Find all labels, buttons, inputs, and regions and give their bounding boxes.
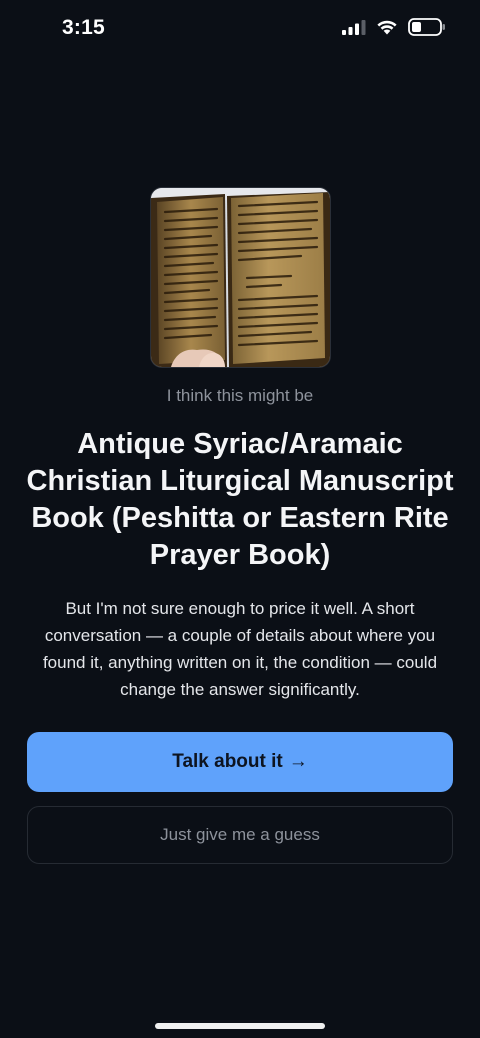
talk-about-it-button[interactable]: Talk about it → (27, 732, 453, 792)
eyebrow-text: I think this might be (166, 386, 314, 405)
status-bar: 3:15 (0, 0, 480, 60)
manuscript-book-image (151, 188, 330, 367)
just-give-me-a-guess-label: Just give me a guess (160, 825, 320, 844)
item-photo (150, 187, 331, 368)
arrow-right-icon: → (288, 751, 308, 772)
talk-about-it-label: Talk about it (172, 751, 283, 772)
item-title: Antique Syriac/Aramaic Christian Liturgi… (26, 428, 454, 571)
screen: 3:15 I think this might be Antique Syria… (0, 0, 480, 1038)
status-icons (342, 18, 446, 36)
cellular-signal-icon (342, 20, 366, 35)
home-indicator (155, 1023, 325, 1029)
item-description: But I'm not sure enough to price it well… (42, 599, 438, 699)
wifi-icon (377, 20, 397, 35)
battery-icon (408, 18, 445, 36)
status-time: 3:15 (62, 16, 105, 39)
just-give-me-a-guess-button[interactable]: Just give me a guess (27, 806, 453, 864)
